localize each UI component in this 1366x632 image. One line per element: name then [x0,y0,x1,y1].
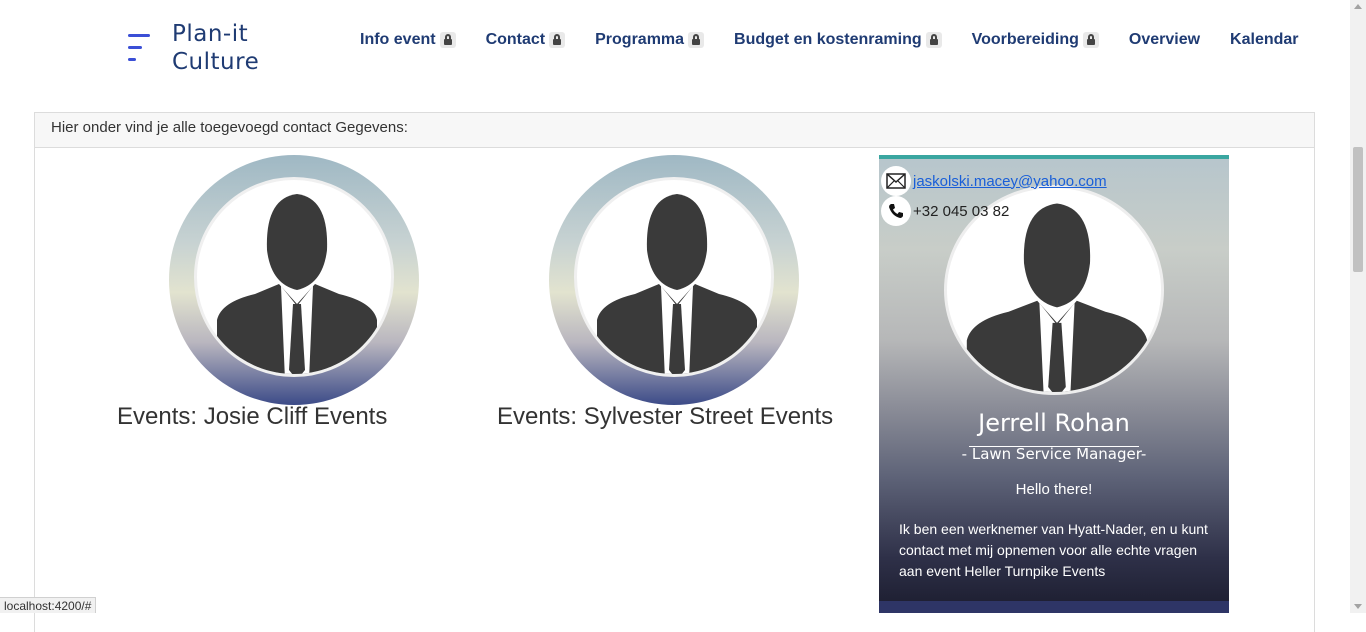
contact-event-label: Events: Josie Cliff Events [117,403,388,430]
card-footer [879,601,1229,613]
navbar: Plan-it Culture Info event Contact Progr… [0,0,1350,85]
person-silhouette-icon [194,177,394,377]
card-email-row: jaskolski.macey@yahoo.com [881,166,1107,196]
card-description: Ik ben een werknemer van Hyatt-Nader, en… [899,521,1208,579]
status-bar-url: localhost:4200/# [0,597,97,613]
nav-voorbereiding[interactable]: Voorbereiding [972,31,1099,49]
main-nav: Info event Contact Programma Budget en k… [360,31,1299,49]
scroll-down-icon[interactable] [1354,604,1362,609]
contact-avatar-2[interactable] [549,155,799,405]
nav-programma[interactable]: Programma [595,31,705,49]
contact-event-label: Events: Sylvester Street Events [497,403,834,430]
lock-icon [549,32,566,48]
brand-name: Plan-it Culture [172,20,259,76]
scroll-thumb[interactable] [1353,147,1363,272]
nav-overview[interactable]: Overview [1129,31,1200,49]
lock-icon [1082,32,1099,48]
contact-card[interactable]: jaskolski.macey@yahoo.com +32 045 03 82 … [879,155,1229,613]
nav-info-event[interactable]: Info event [360,31,456,49]
phone-icon [881,196,911,226]
nav-item-label: Overview [1128,31,1201,48]
envelope-icon [881,166,911,196]
card-name: Jerrell Rohan [978,409,1130,437]
nav-kalendar[interactable]: Kalendar [1230,31,1298,49]
card-email-link[interactable]: jaskolski.macey@yahoo.com [913,173,1107,190]
panel-header: Hier onder vind je alle toegevoegd conta… [35,113,1314,148]
lock-icon [688,32,705,48]
lock-icon [925,32,942,48]
nav-budget[interactable]: Budget en kostenraming [734,31,942,49]
card-role: - Lawn Service Manager- [961,445,1147,463]
scroll-up-icon[interactable] [1354,4,1362,9]
contact-avatar-1[interactable] [169,155,419,405]
menu-lines-icon [128,34,150,62]
person-silhouette-icon [574,177,774,377]
nav-item-label: Budget en kostenraming [734,31,922,48]
brand[interactable]: Plan-it Culture [128,20,259,76]
nav-item-label: Voorbereiding [971,31,1079,48]
brand-line-2: Culture [172,49,260,75]
brand-line-1: Plan-it [172,21,249,47]
nav-item-label: Contact [485,31,546,48]
card-phone: +32 045 03 82 [913,202,1010,220]
card-phone-row: +32 045 03 82 [881,196,1009,226]
card-greeting: Hello there! [1015,481,1093,498]
nav-item-label: Info event [360,31,436,48]
nav-item-label: Kalendar [1230,31,1299,48]
nav-item-label: Programma [595,31,685,48]
vertical-scrollbar[interactable] [1350,0,1366,613]
nav-contact[interactable]: Contact [486,31,566,49]
lock-icon [439,32,456,48]
